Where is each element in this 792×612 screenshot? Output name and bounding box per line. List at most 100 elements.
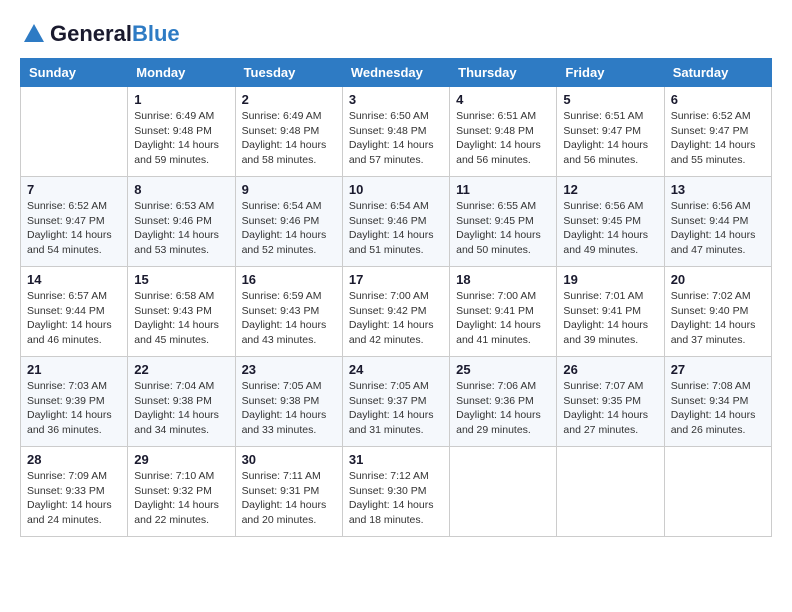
day-info: Sunrise: 6:51 AM Sunset: 9:47 PM Dayligh… — [563, 109, 657, 168]
calendar-cell: 16 Sunrise: 6:59 AM Sunset: 9:43 PM Dayli… — [235, 267, 342, 357]
calendar-cell: 6 Sunrise: 6:52 AM Sunset: 9:47 PM Daylig… — [664, 87, 771, 177]
day-number: 18 — [456, 272, 550, 287]
calendar-cell: 14 Sunrise: 6:57 AM Sunset: 9:44 PM Dayli… — [21, 267, 128, 357]
day-number: 16 — [242, 272, 336, 287]
day-number: 1 — [134, 92, 228, 107]
day-number: 24 — [349, 362, 443, 377]
weekday-header: Saturday — [664, 59, 771, 87]
calendar-week-row: 28 Sunrise: 7:09 AM Sunset: 9:33 PM Dayli… — [21, 447, 772, 537]
day-info: Sunrise: 7:06 AM Sunset: 9:36 PM Dayligh… — [456, 379, 550, 438]
day-info: Sunrise: 6:56 AM Sunset: 9:44 PM Dayligh… — [671, 199, 765, 258]
calendar-cell: 21 Sunrise: 7:03 AM Sunset: 9:39 PM Dayli… — [21, 357, 128, 447]
calendar-cell: 11 Sunrise: 6:55 AM Sunset: 9:45 PM Dayli… — [450, 177, 557, 267]
day-info: Sunrise: 7:09 AM Sunset: 9:33 PM Dayligh… — [27, 469, 121, 528]
day-info: Sunrise: 7:01 AM Sunset: 9:41 PM Dayligh… — [563, 289, 657, 348]
calendar-cell: 26 Sunrise: 7:07 AM Sunset: 9:35 PM Dayli… — [557, 357, 664, 447]
day-info: Sunrise: 7:04 AM Sunset: 9:38 PM Dayligh… — [134, 379, 228, 438]
day-info: Sunrise: 6:57 AM Sunset: 9:44 PM Dayligh… — [27, 289, 121, 348]
logo-icon — [20, 20, 48, 48]
day-info: Sunrise: 7:11 AM Sunset: 9:31 PM Dayligh… — [242, 469, 336, 528]
calendar-cell: 8 Sunrise: 6:53 AM Sunset: 9:46 PM Daylig… — [128, 177, 235, 267]
calendar-cell: 30 Sunrise: 7:11 AM Sunset: 9:31 PM Dayli… — [235, 447, 342, 537]
day-info: Sunrise: 7:07 AM Sunset: 9:35 PM Dayligh… — [563, 379, 657, 438]
day-number: 8 — [134, 182, 228, 197]
weekday-header: Monday — [128, 59, 235, 87]
calendar-cell: 3Sunrise: 6:50 AM Sunset: 9:48 PM Daylig… — [342, 87, 449, 177]
day-info: Sunrise: 6:58 AM Sunset: 9:43 PM Dayligh… — [134, 289, 228, 348]
calendar-cell: 27 Sunrise: 7:08 AM Sunset: 9:34 PM Dayli… — [664, 357, 771, 447]
day-info: Sunrise: 6:55 AM Sunset: 9:45 PM Dayligh… — [456, 199, 550, 258]
calendar-cell: 28 Sunrise: 7:09 AM Sunset: 9:33 PM Dayli… — [21, 447, 128, 537]
day-number: 17 — [349, 272, 443, 287]
day-number: 11 — [456, 182, 550, 197]
day-number: 19 — [563, 272, 657, 287]
day-info: Sunrise: 6:52 AM Sunset: 9:47 PM Dayligh… — [671, 109, 765, 168]
calendar-cell: 24 Sunrise: 7:05 AM Sunset: 9:37 PM Dayli… — [342, 357, 449, 447]
calendar-cell: 15 Sunrise: 6:58 AM Sunset: 9:43 PM Dayli… — [128, 267, 235, 357]
day-info: Sunrise: 6:49 AM Sunset: 9:48 PM Dayligh… — [242, 109, 336, 168]
day-info: Sunrise: 7:12 AM Sunset: 9:30 PM Dayligh… — [349, 469, 443, 528]
calendar-table: SundayMondayTuesdayWednesdayThursdayFrid… — [20, 58, 772, 537]
day-info: Sunrise: 6:59 AM Sunset: 9:43 PM Dayligh… — [242, 289, 336, 348]
weekday-header: Friday — [557, 59, 664, 87]
day-info: Sunrise: 7:05 AM Sunset: 9:37 PM Dayligh… — [349, 379, 443, 438]
day-info: Sunrise: 6:54 AM Sunset: 9:46 PM Dayligh… — [349, 199, 443, 258]
day-info: Sunrise: 6:54 AM Sunset: 9:46 PM Dayligh… — [242, 199, 336, 258]
day-number: 21 — [27, 362, 121, 377]
calendar-cell: 12 Sunrise: 6:56 AM Sunset: 9:45 PM Dayli… — [557, 177, 664, 267]
day-number: 6 — [671, 92, 765, 107]
logo-text: GeneralBlue — [50, 22, 180, 46]
day-number: 26 — [563, 362, 657, 377]
calendar-week-row: 1 Sunrise: 6:49 AM Sunset: 9:48 PM Daylig… — [21, 87, 772, 177]
day-info: Sunrise: 7:10 AM Sunset: 9:32 PM Dayligh… — [134, 469, 228, 528]
calendar-cell: 20 Sunrise: 7:02 AM Sunset: 9:40 PM Dayli… — [664, 267, 771, 357]
weekday-header-row: SundayMondayTuesdayWednesdayThursdayFrid… — [21, 59, 772, 87]
day-number: 4 — [456, 92, 550, 107]
day-number: 23 — [242, 362, 336, 377]
weekday-header: Tuesday — [235, 59, 342, 87]
day-number: 20 — [671, 272, 765, 287]
day-info: Sunrise: 7:00 AM Sunset: 9:42 PM Dayligh… — [349, 289, 443, 348]
day-number: 31 — [349, 452, 443, 467]
calendar-cell: 4Sunrise: 6:51 AM Sunset: 9:48 PM Daylig… — [450, 87, 557, 177]
day-number: 30 — [242, 452, 336, 467]
day-info: Sunrise: 6:50 AM Sunset: 9:48 PM Dayligh… — [349, 109, 443, 168]
day-number: 27 — [671, 362, 765, 377]
day-number: 12 — [563, 182, 657, 197]
calendar-cell: 9Sunrise: 6:54 AM Sunset: 9:46 PM Daylig… — [235, 177, 342, 267]
day-info: Sunrise: 7:00 AM Sunset: 9:41 PM Dayligh… — [456, 289, 550, 348]
day-number: 14 — [27, 272, 121, 287]
day-info: Sunrise: 7:02 AM Sunset: 9:40 PM Dayligh… — [671, 289, 765, 348]
calendar-cell: 10Sunrise: 6:54 AM Sunset: 9:46 PM Dayli… — [342, 177, 449, 267]
calendar-cell: 2 Sunrise: 6:49 AM Sunset: 9:48 PM Daylig… — [235, 87, 342, 177]
calendar-cell: 17 Sunrise: 7:00 AM Sunset: 9:42 PM Dayli… — [342, 267, 449, 357]
day-info: Sunrise: 7:08 AM Sunset: 9:34 PM Dayligh… — [671, 379, 765, 438]
day-number: 7 — [27, 182, 121, 197]
day-number: 25 — [456, 362, 550, 377]
calendar-cell — [21, 87, 128, 177]
day-number: 22 — [134, 362, 228, 377]
day-info: Sunrise: 7:05 AM Sunset: 9:38 PM Dayligh… — [242, 379, 336, 438]
calendar-cell: 31 Sunrise: 7:12 AM Sunset: 9:30 PM Dayli… — [342, 447, 449, 537]
day-number: 2 — [242, 92, 336, 107]
day-number: 13 — [671, 182, 765, 197]
calendar-cell: 1 Sunrise: 6:49 AM Sunset: 9:48 PM Daylig… — [128, 87, 235, 177]
calendar-cell — [557, 447, 664, 537]
day-number: 15 — [134, 272, 228, 287]
calendar-cell: 22 Sunrise: 7:04 AM Sunset: 9:38 PM Dayli… — [128, 357, 235, 447]
calendar-cell: 25 Sunrise: 7:06 AM Sunset: 9:36 PM Dayli… — [450, 357, 557, 447]
calendar-week-row: 14 Sunrise: 6:57 AM Sunset: 9:44 PM Dayli… — [21, 267, 772, 357]
calendar-cell: 19 Sunrise: 7:01 AM Sunset: 9:41 PM Dayli… — [557, 267, 664, 357]
day-info: Sunrise: 6:53 AM Sunset: 9:46 PM Dayligh… — [134, 199, 228, 258]
day-info: Sunrise: 6:52 AM Sunset: 9:47 PM Dayligh… — [27, 199, 121, 258]
day-info: Sunrise: 6:56 AM Sunset: 9:45 PM Dayligh… — [563, 199, 657, 258]
day-info: Sunrise: 7:03 AM Sunset: 9:39 PM Dayligh… — [27, 379, 121, 438]
logo: GeneralBlue — [20, 20, 180, 48]
calendar-cell: 29Sunrise: 7:10 AM Sunset: 9:32 PM Dayli… — [128, 447, 235, 537]
day-number: 28 — [27, 452, 121, 467]
calendar-cell: 23 Sunrise: 7:05 AM Sunset: 9:38 PM Dayli… — [235, 357, 342, 447]
day-info: Sunrise: 6:49 AM Sunset: 9:48 PM Dayligh… — [134, 109, 228, 168]
weekday-header: Thursday — [450, 59, 557, 87]
calendar-cell — [450, 447, 557, 537]
page-header: GeneralBlue — [20, 20, 772, 48]
